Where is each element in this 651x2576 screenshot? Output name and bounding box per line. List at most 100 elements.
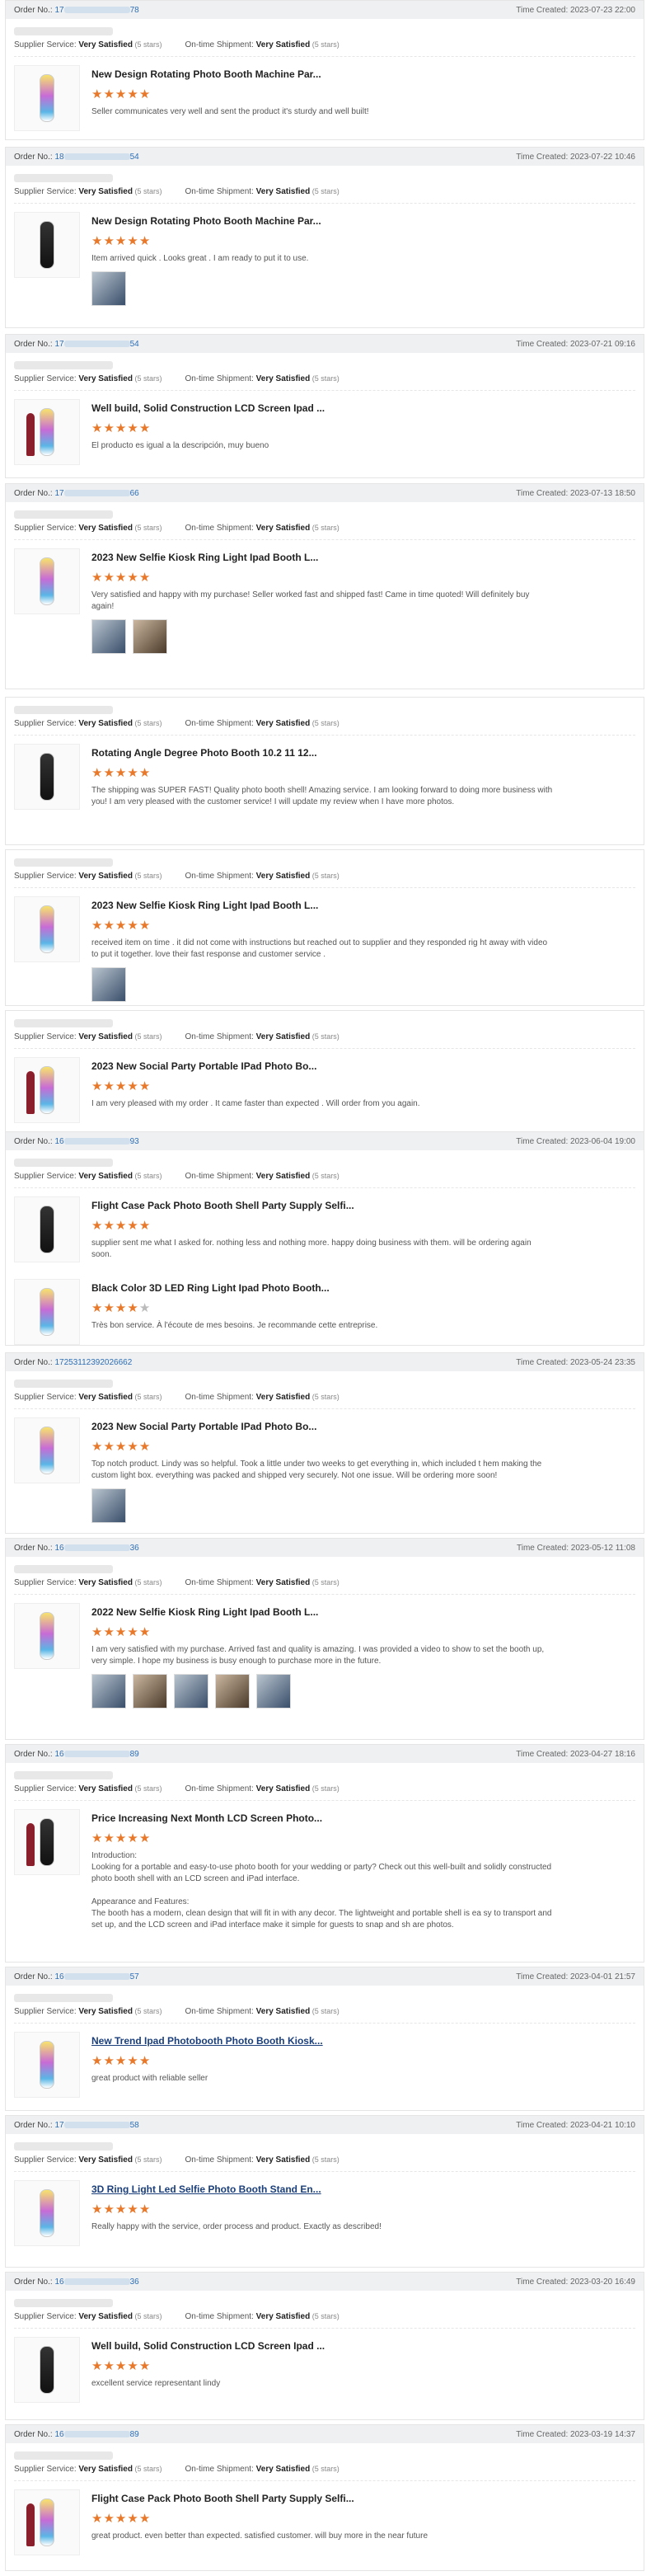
supplier-service-label: Supplier Service: — [14, 1032, 79, 1041]
product-thumbnail[interactable] — [14, 2337, 80, 2403]
on-time-stars: (5 stars) — [310, 1032, 340, 1041]
product-thumbnail[interactable] — [14, 548, 80, 614]
on-time-stars: (5 stars) — [310, 1784, 340, 1793]
order-no-suffix[interactable]: 89 — [130, 1750, 139, 1759]
buyer-name-redacted — [14, 510, 113, 519]
review-photo[interactable] — [91, 619, 126, 654]
product-title-link[interactable]: Price Increasing Next Month LCD Screen P… — [91, 1812, 635, 1824]
product-title-link[interactable]: 2023 New Selfie Kiosk Ring Light Ipad Bo… — [91, 900, 635, 911]
order-no-value[interactable]: 16 — [54, 1750, 63, 1759]
order-no-value[interactable]: 17 — [54, 6, 63, 15]
review-photo[interactable] — [91, 1488, 126, 1523]
order-no-value[interactable]: 16 — [54, 1137, 63, 1146]
product-title-link[interactable]: Flight Case Pack Photo Booth Shell Party… — [91, 2493, 635, 2504]
review-photo[interactable] — [133, 1674, 167, 1709]
order-no-value[interactable]: 17 — [54, 340, 63, 349]
review-photo[interactable] — [174, 1674, 208, 1709]
product-thumbnail[interactable] — [14, 2032, 80, 2098]
product-thumbnail[interactable] — [14, 1603, 80, 1669]
on-time-stars: (5 stars) — [310, 1578, 340, 1586]
review-photo[interactable] — [91, 1674, 126, 1709]
order-no-suffix[interactable]: 58 — [130, 2121, 139, 2130]
order-number: Order No.: 17 66 — [14, 489, 139, 498]
product-thumbnail[interactable] — [14, 1809, 80, 1875]
order-number: Order No.: 16 36 — [14, 2278, 139, 2287]
redacted-digits — [63, 1750, 130, 1757]
product-title-link[interactable]: 2023 New Social Party Portable IPad Phot… — [91, 1421, 635, 1432]
order-number: Order No.: 17 54 — [14, 340, 139, 349]
order-no-value[interactable]: 17 — [54, 489, 63, 498]
buyer-name-redacted — [14, 1380, 113, 1388]
redacted-digits — [63, 2430, 130, 2437]
product-title-link[interactable]: Flight Case Pack Photo Booth Shell Party… — [91, 1200, 635, 1211]
product-title-link[interactable]: Well build, Solid Construction LCD Scree… — [91, 402, 635, 414]
order-no-value[interactable]: 16 — [54, 1544, 63, 1553]
product-thumbnail[interactable] — [14, 1057, 80, 1123]
buyer-name-redacted — [14, 174, 113, 182]
order-no-suffix[interactable]: 89 — [130, 2430, 139, 2439]
order-no-value[interactable]: 16 — [54, 2278, 63, 2287]
product-title-link[interactable]: 2023 New Social Party Portable IPad Phot… — [91, 1060, 635, 1072]
star-icon: ★ — [115, 766, 128, 780]
product-thumbnail[interactable] — [14, 1196, 80, 1262]
product-title-link[interactable]: New Design Rotating Photo Booth Machine … — [91, 215, 635, 227]
star-icon: ★ — [127, 2054, 139, 2068]
supplier-service-stars: (5 stars) — [132, 1172, 162, 1180]
product-title-link[interactable]: Black Color 3D LED Ring Light Ipad Photo… — [91, 1282, 635, 1294]
star-icon: ★ — [91, 421, 104, 435]
order-no-label: Order No.: — [14, 152, 55, 162]
order-no-value[interactable]: 17253112392026662 — [54, 1358, 132, 1367]
product-thumbnail[interactable] — [14, 744, 80, 810]
product-title-link[interactable]: Well build, Solid Construction LCD Scree… — [91, 2340, 635, 2352]
star-icon: ★ — [115, 1831, 128, 1845]
product-thumbnail[interactable] — [14, 399, 80, 465]
order-no-value[interactable]: 17 — [54, 2121, 63, 2130]
star-icon: ★ — [138, 234, 152, 248]
product-thumbnail[interactable] — [14, 2180, 80, 2246]
product-title-link[interactable]: 2022 New Selfie Kiosk Ring Light Ipad Bo… — [91, 1606, 635, 1618]
order-no-value[interactable]: 16 — [54, 1972, 63, 1981]
supplier-service-stars: (5 stars) — [132, 374, 162, 383]
product-title-link[interactable]: New Trend Ipad Photobooth Photo Booth Ki… — [91, 2035, 635, 2047]
order-no-suffix[interactable]: 36 — [130, 1544, 139, 1553]
review-item: Well build, Solid Construction LCD Scree… — [6, 391, 644, 473]
product-title-link[interactable]: 2023 New Selfie Kiosk Ring Light Ipad Bo… — [91, 552, 635, 563]
product-title-link[interactable]: Rotating Angle Degree Photo Booth 10.2 1… — [91, 747, 635, 759]
order-no-suffix[interactable]: 78 — [130, 6, 139, 15]
review-photo[interactable] — [91, 271, 126, 306]
star-rating: ★★★★★ — [91, 2358, 635, 2373]
review-photo[interactable] — [133, 619, 167, 654]
review-photo[interactable] — [91, 967, 126, 1002]
product-title-link[interactable]: New Design Rotating Photo Booth Machine … — [91, 68, 635, 80]
order-no-suffix[interactable]: 93 — [130, 1137, 139, 1146]
review-photo[interactable] — [256, 1674, 291, 1709]
review-item: Well build, Solid Construction LCD Scree… — [6, 2329, 644, 2411]
order-no-suffix[interactable]: 54 — [130, 153, 139, 162]
order-no-suffix[interactable]: 66 — [130, 489, 139, 498]
redacted-digits — [63, 2278, 130, 2285]
product-thumbnail[interactable] — [14, 896, 80, 962]
order-no-suffix[interactable]: 54 — [130, 340, 139, 349]
on-time-label: On-time Shipment: — [185, 1393, 256, 1402]
review-comment: Très bon service. À l'écoute de mes beso… — [91, 1321, 378, 1330]
supplier-service-stars: (5 stars) — [132, 2155, 162, 2164]
review-comment: Introduction: Looking for a portable and… — [91, 1851, 552, 1930]
review-photo[interactable] — [215, 1674, 250, 1709]
order-number: Order No.: 16 36 — [14, 1544, 139, 1553]
on-time-value: Very Satisfied — [255, 187, 311, 196]
order-no-suffix[interactable]: 36 — [130, 2278, 139, 2287]
order-no-value[interactable]: 16 — [54, 2430, 63, 2439]
product-thumbnail[interactable] — [14, 2489, 80, 2555]
shipment-ratings: Supplier Service: Very Satisfied (5 star… — [14, 2465, 644, 2474]
product-thumbnail[interactable] — [14, 1417, 80, 1483]
supplier-service-label: Supplier Service: — [14, 1578, 79, 1587]
order-no-suffix[interactable]: 57 — [130, 1972, 139, 1981]
product-thumbnail[interactable] — [14, 212, 80, 278]
product-thumbnail[interactable] — [14, 1279, 80, 1345]
supplier-service-stars: (5 stars) — [132, 2007, 162, 2015]
order-no-value[interactable]: 18 — [54, 153, 63, 162]
product-thumbnail[interactable] — [14, 65, 80, 131]
photo-booth-image — [40, 221, 54, 269]
buyer-name-redacted — [14, 1565, 113, 1573]
product-title-link[interactable]: 3D Ring Light Led Selfie Photo Booth Sta… — [91, 2183, 635, 2195]
